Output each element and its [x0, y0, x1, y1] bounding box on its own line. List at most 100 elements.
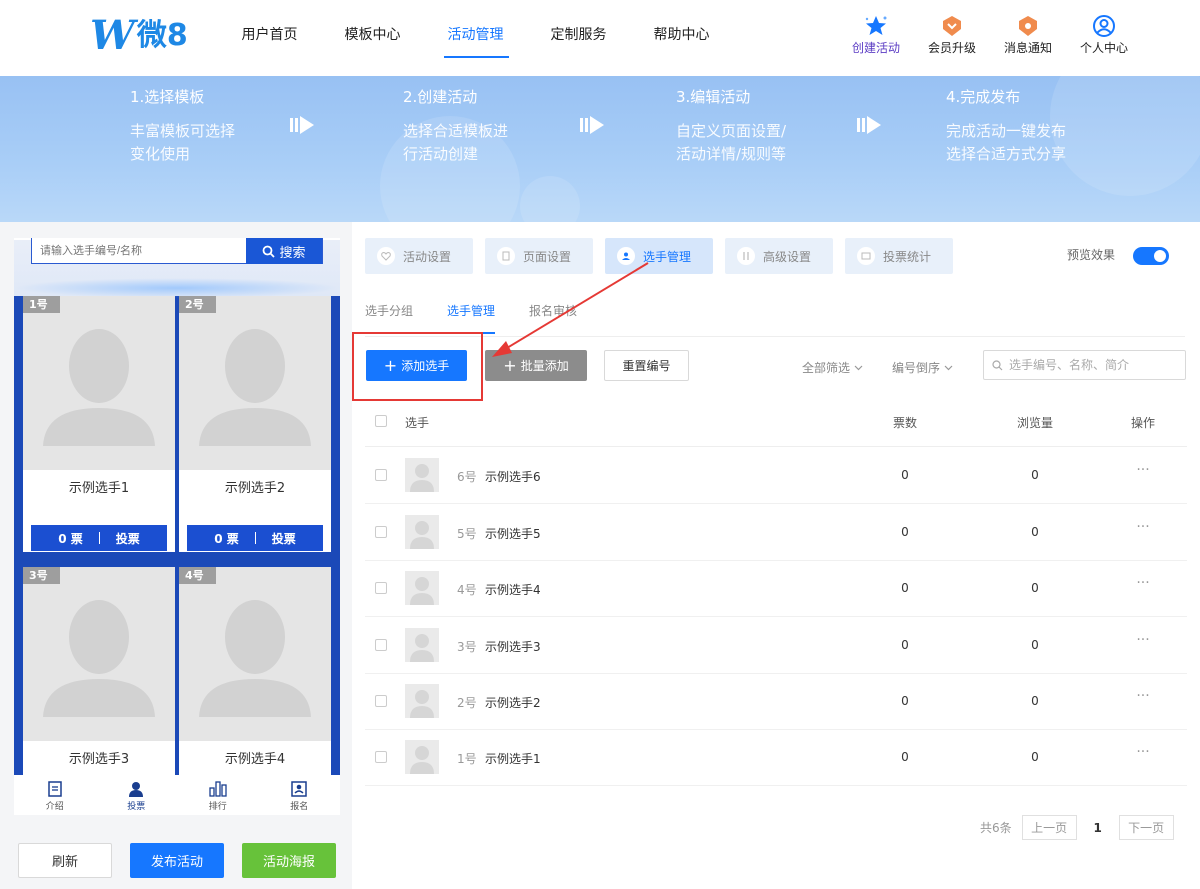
step-title: 1.选择模板: [130, 88, 205, 106]
avatar: [405, 684, 439, 718]
contestant-number: 1号: [457, 752, 477, 766]
filter-all-dropdown[interactable]: 全部筛选: [802, 359, 863, 376]
contestant-name: 示例选手4: [224, 752, 286, 767]
step-title: 3.编辑活动: [676, 88, 751, 106]
select-all-checkbox[interactable]: [375, 415, 387, 427]
step-arrow-icon: [855, 112, 883, 142]
annotation-arrow-icon: [492, 262, 649, 357]
publish-activity-button[interactable]: 发布活动: [130, 843, 224, 878]
phone-tab-signup[interactable]: 报名: [259, 775, 341, 815]
step-arrow-icon: [288, 112, 316, 142]
more-actions-icon[interactable]: ···: [1131, 632, 1155, 648]
vote-button[interactable]: 0 票 投票: [187, 525, 323, 551]
vote-count: 0: [901, 750, 909, 764]
filter-all-label: 全部筛选: [802, 361, 851, 375]
row-checkbox[interactable]: [375, 469, 387, 481]
step-desc: 丰富模板可选择变化使用: [130, 122, 236, 163]
phone-search-input[interactable]: [32, 238, 246, 263]
vote-count: 0 票: [214, 531, 239, 546]
header-actions: 创建活动 会员升级 消息通知 个人中心: [838, 14, 1142, 56]
contestant-name: 示例选手3: [485, 640, 541, 654]
personal-center-label: 个人中心: [1079, 41, 1128, 55]
tab-activity-settings[interactable]: 活动设置: [365, 238, 473, 274]
logo[interactable]: W 微8: [90, 14, 190, 58]
star-icon: [838, 14, 914, 38]
step-1: 1.选择模板 丰富模板可选择变化使用: [130, 86, 244, 166]
search-icon: [263, 245, 276, 258]
row-checkbox[interactable]: [375, 582, 387, 594]
nav-help-center[interactable]: 帮助中心: [630, 0, 733, 76]
view-count: 0: [1031, 694, 1039, 708]
avatar: [405, 740, 439, 774]
contestant-card[interactable]: 2号 示例选手2 0 票 投票: [179, 296, 331, 552]
step-desc: 选择合适模板进行活动创建: [403, 122, 509, 163]
row-checkbox[interactable]: [375, 526, 387, 538]
vote-label: 投票: [115, 531, 140, 546]
current-page[interactable]: 1: [1077, 821, 1119, 835]
view-count: 0: [1031, 468, 1039, 482]
step-desc: 完成活动一键发布选择合适方式分享: [946, 122, 1067, 163]
contestant-card[interactable]: 1号 示例选手1 0 票 投票: [23, 296, 175, 552]
next-page-button[interactable]: 下一页: [1118, 815, 1174, 840]
phone-search-label: 搜索: [279, 245, 306, 261]
tab-advanced-settings[interactable]: 高级设置: [725, 238, 833, 274]
plus-icon: +: [383, 355, 398, 375]
refresh-button[interactable]: 刷新: [18, 843, 112, 878]
phone-tab-bar: 介绍 投票 排行 报名: [14, 775, 340, 815]
prev-page-button[interactable]: 上一页: [1021, 815, 1077, 840]
nav-template-center[interactable]: 模板中心: [321, 0, 424, 76]
vote-count: 0: [901, 468, 909, 482]
notifications-button[interactable]: 消息通知: [990, 14, 1066, 56]
bar-chart-icon: [177, 779, 259, 799]
contestant-name: 示例选手2: [224, 481, 286, 496]
more-actions-icon[interactable]: ···: [1131, 575, 1155, 591]
subtab-contestant-groups[interactable]: 选手分组: [365, 294, 413, 334]
vote-label: 投票: [271, 531, 296, 546]
vote-button[interactable]: 0 票 投票: [31, 525, 167, 551]
step-title: 4.完成发布: [946, 88, 1021, 106]
phone-tab-ranking[interactable]: 排行: [177, 775, 259, 815]
add-contestant-button[interactable]: + 添加选手: [366, 350, 467, 381]
activity-poster-button[interactable]: 活动海报: [242, 843, 336, 878]
row-checkbox[interactable]: [375, 639, 387, 651]
vip-upgrade-button[interactable]: 会员升级: [914, 14, 990, 56]
pagination: 共6条 上一页 1 下一页: [980, 815, 1174, 840]
more-actions-icon[interactable]: ···: [1131, 519, 1155, 535]
phone-tab-intro[interactable]: 介绍: [14, 775, 96, 815]
more-actions-icon[interactable]: ···: [1131, 688, 1155, 704]
more-actions-icon[interactable]: ···: [1131, 462, 1155, 478]
preview-toggle[interactable]: [1133, 247, 1169, 265]
nav-activity-management[interactable]: 活动管理: [424, 0, 527, 76]
create-activity-button[interactable]: 创建活动: [838, 14, 914, 56]
avatar-placeholder-icon: [199, 600, 311, 717]
document-icon: [14, 779, 96, 799]
step-3: 3.编辑活动 自定义页面设置/活动详情/规则等: [676, 86, 798, 166]
tab-label: 高级设置: [763, 249, 812, 264]
top-header: W 微8 用户首页 模板中心 活动管理 定制服务 帮助中心 创建活动 会员升级 …: [0, 0, 1200, 76]
avatar: [405, 458, 439, 492]
contestant-card[interactable]: 4号 示例选手4: [179, 567, 331, 775]
nav-user-home[interactable]: 用户首页: [218, 0, 321, 76]
person-icon: [96, 779, 178, 799]
vip-badge-icon: [914, 14, 990, 38]
phone-search-button[interactable]: 搜索: [246, 238, 322, 264]
main-nav: 用户首页 模板中心 活动管理 定制服务 帮助中心: [218, 0, 733, 76]
tab-vote-statistics[interactable]: 投票统计: [845, 238, 953, 274]
row-checkbox[interactable]: [375, 751, 387, 763]
stats-icon: [857, 247, 875, 265]
contestant-search-input[interactable]: [1009, 358, 1179, 372]
row-checkbox[interactable]: [375, 695, 387, 707]
chevron-down-icon: [854, 365, 863, 370]
table-header: 选手 票数 浏览量 操作: [365, 395, 1187, 447]
preview-effect-label: 预览效果: [1067, 248, 1116, 262]
nav-custom-service[interactable]: 定制服务: [527, 0, 630, 76]
more-actions-icon[interactable]: ···: [1131, 744, 1155, 760]
sort-dropdown[interactable]: 编号倒序: [892, 359, 953, 376]
phone-tab-vote[interactable]: 投票: [96, 775, 178, 815]
step-title: 2.创建活动: [403, 88, 478, 106]
contestant-card[interactable]: 3号 示例选手3: [23, 567, 175, 775]
personal-center-button[interactable]: 个人中心: [1066, 14, 1142, 56]
chevron-down-icon: [944, 365, 953, 370]
contestant-photo: 2号: [179, 296, 331, 470]
user-circle-icon: [1066, 14, 1142, 38]
